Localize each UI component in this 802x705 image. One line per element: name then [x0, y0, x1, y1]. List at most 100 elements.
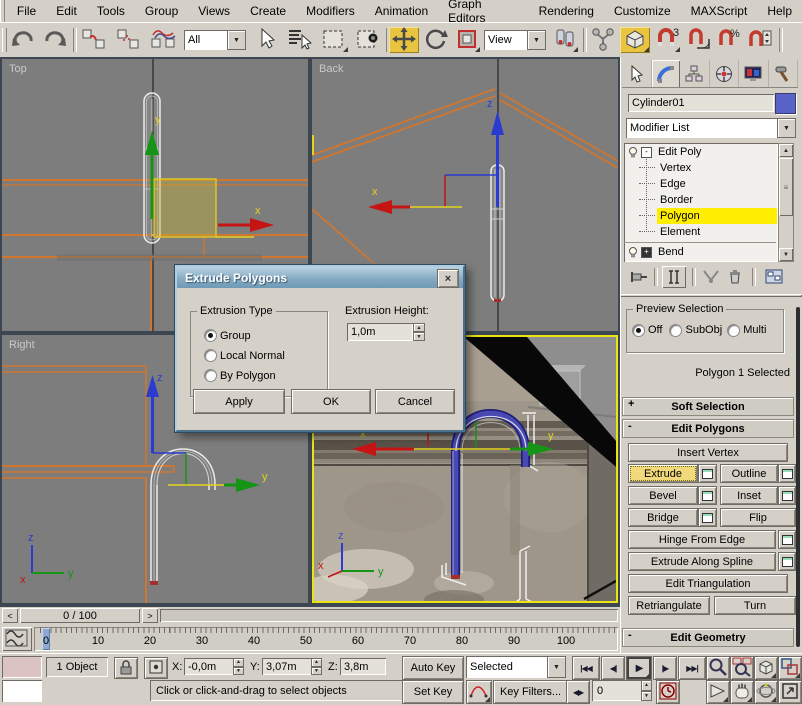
menu-tools[interactable]: Tools	[87, 4, 135, 18]
radio-subobj[interactable]	[670, 325, 681, 336]
apply-button[interactable]: Apply	[193, 389, 285, 414]
y-coordinate-spinner[interactable]: ▲▼	[311, 658, 322, 675]
z-coordinate-field[interactable]: 3,8m	[340, 658, 386, 675]
lightbulb-icon[interactable]	[627, 146, 639, 158]
bridge-settings-button[interactable]	[698, 508, 717, 527]
stack-scrollbar[interactable]: ▲ ≡ ▼	[778, 143, 794, 262]
open-mini-curve-editor-button[interactable]	[2, 627, 32, 651]
rollout-edit-polygons[interactable]: - Edit Polygons	[622, 419, 794, 438]
window-crossing-toggle-button[interactable]	[352, 27, 384, 53]
zoom-extents-button[interactable]	[754, 656, 778, 680]
menu-help[interactable]: Help	[757, 4, 802, 18]
object-name-field[interactable]: Cylinder01	[628, 94, 774, 112]
outline-settings-button[interactable]	[778, 464, 796, 483]
radio-local-normal[interactable]	[205, 350, 216, 361]
modifier-stack[interactable]: - Edit Poly Vertex Edge Border Polygon E…	[624, 143, 778, 262]
expand-collapse-box[interactable]: +	[641, 247, 652, 258]
radio-by-polygon-label[interactable]: By Polygon	[220, 370, 276, 382]
radio-row-by-polygon[interactable]: By Polygon	[205, 366, 327, 386]
cane-wireframe[interactable]	[150, 449, 215, 585]
angle-snap-toggle-button[interactable]	[685, 27, 713, 53]
lightbulb-icon[interactable]	[627, 246, 639, 258]
menu-edit[interactable]: Edit	[46, 4, 87, 18]
time-slider-track[interactable]	[160, 609, 618, 622]
stack-item-vertex[interactable]: Vertex	[625, 160, 777, 176]
expand-collapse-box[interactable]: -	[641, 147, 652, 158]
gizmo-y-arrow[interactable]: y	[168, 471, 268, 492]
select-and-manipulate-button[interactable]	[589, 27, 617, 53]
zoom-extents-all-button[interactable]	[778, 656, 802, 680]
tab-create[interactable]	[622, 60, 652, 87]
frame-spinner[interactable]: ▲▼	[641, 680, 652, 701]
tab-modify[interactable]	[652, 60, 681, 87]
object-color-swatch[interactable]	[775, 93, 796, 114]
bevel-settings-button[interactable]	[698, 486, 717, 505]
stack-item-edit-poly[interactable]: - Edit Poly	[625, 144, 777, 160]
menu-customize[interactable]: Customize	[604, 4, 681, 18]
key-filters-button[interactable]: Key Filters...	[493, 680, 568, 704]
undo-button[interactable]	[8, 27, 38, 53]
extrude-along-spline-button[interactable]: Extrude Along Spline	[628, 552, 776, 571]
percent-snap-toggle-button[interactable]: %	[715, 27, 743, 53]
redo-button[interactable]	[40, 27, 70, 53]
extrude-along-spline-settings-button[interactable]	[778, 552, 796, 571]
select-and-scale-button[interactable]	[453, 27, 481, 53]
current-frame-field[interactable]: 0	[592, 680, 645, 701]
radio-off-label[interactable]: Off	[648, 324, 662, 336]
field-of-view-button[interactable]	[706, 680, 730, 704]
snap-toggle-3-button[interactable]: 3	[653, 27, 681, 53]
menu-file[interactable]: File	[7, 4, 46, 18]
default-in-out-tangents-button[interactable]	[466, 680, 492, 704]
radio-by-polygon[interactable]	[205, 370, 216, 381]
pan-view-button[interactable]	[730, 680, 754, 704]
menu-maxscript[interactable]: MAXScript	[681, 4, 758, 18]
absolute-offset-mode-toggle[interactable]	[144, 657, 168, 679]
tab-motion[interactable]	[710, 60, 740, 87]
radio-multi[interactable]	[728, 325, 739, 336]
previous-frame-arrow-button[interactable]: <	[2, 608, 18, 623]
selection-filter-dropdown[interactable]: All ▼	[184, 30, 246, 50]
inset-settings-button[interactable]	[778, 486, 796, 505]
maxscript-mini-listener-pink[interactable]	[2, 656, 42, 678]
go-to-end-button[interactable]: ▶▶|	[678, 656, 706, 680]
bridge-button[interactable]: Bridge	[628, 508, 698, 527]
maxscript-mini-listener-white[interactable]	[2, 680, 42, 702]
next-frame-arrow-button[interactable]: >	[142, 608, 158, 623]
selection-lock-toggle[interactable]	[114, 657, 138, 679]
stack-item-bend[interactable]: + Bend	[625, 244, 777, 260]
menu-views[interactable]: Views	[188, 4, 240, 18]
extrude-button[interactable]: Extrude	[628, 464, 698, 483]
scrollbar-thumb[interactable]: ≡	[779, 158, 793, 216]
pin-stack-button[interactable]	[628, 267, 650, 287]
panel-thin-scrollbar[interactable]	[796, 307, 800, 647]
bind-to-space-warp-button[interactable]	[146, 27, 180, 53]
dropdown-arrow-icon[interactable]: ▼	[227, 30, 246, 50]
tab-display[interactable]	[739, 60, 769, 87]
x-coordinate-spinner[interactable]: ▲▼	[233, 658, 244, 675]
previous-frame-button[interactable]: ◀|	[601, 656, 625, 680]
stack-item-polygon-selected[interactable]: Polygon	[625, 208, 777, 224]
viewport-label-right[interactable]: Right	[9, 339, 35, 351]
retriangulate-button[interactable]: Retriangulate	[628, 596, 710, 615]
auto-key-button[interactable]: Auto Key	[402, 656, 464, 680]
ok-button[interactable]: OK	[291, 389, 371, 414]
radio-local-normal-label[interactable]: Local Normal	[220, 350, 285, 362]
unlink-selection-button[interactable]	[112, 27, 144, 53]
bevel-button[interactable]: Bevel	[628, 486, 698, 505]
rollout-soft-selection[interactable]: + Soft Selection	[622, 397, 794, 416]
menu-modifiers[interactable]: Modifiers	[296, 4, 365, 18]
zoom-all-button[interactable]	[730, 656, 754, 680]
viewport-label-top[interactable]: Top	[9, 63, 27, 75]
zoom-tool-button[interactable]	[706, 656, 730, 680]
select-and-link-button[interactable]	[78, 27, 110, 53]
gizmo-plane-handle[interactable]	[154, 179, 254, 237]
menu-rendering[interactable]: Rendering	[529, 4, 604, 18]
time-configuration-button[interactable]	[656, 680, 680, 704]
use-pivot-point-center-button[interactable]	[551, 27, 579, 53]
make-unique-button[interactable]	[700, 267, 722, 287]
menu-create[interactable]: Create	[240, 4, 296, 18]
select-by-name-button[interactable]	[283, 27, 315, 53]
y-coordinate-field[interactable]: 3,07m	[262, 658, 314, 675]
show-end-result-button[interactable]	[662, 266, 686, 288]
track-bar-ruler[interactable]: 0 10 20 30 40 50 60 70 80 90 100	[34, 627, 618, 651]
